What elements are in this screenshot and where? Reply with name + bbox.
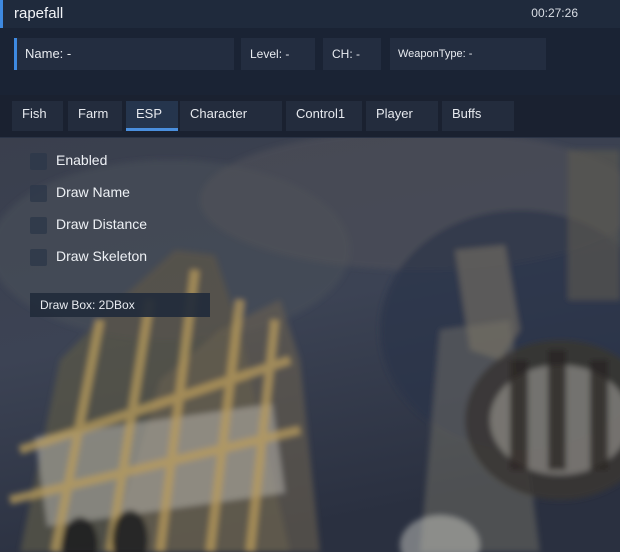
enabled-checkbox[interactable] [30,153,47,170]
channel-field: CH: - [323,38,381,70]
draw-distance-label: Draw Distance [56,216,148,232]
enabled-label: Enabled [56,152,108,168]
draw-skeleton-label: Draw Skeleton [56,248,148,264]
weapon-type-field: WeaponType: - [390,38,546,70]
tab-esp[interactable]: ESP [126,101,178,131]
level-field: Level: - [241,38,315,70]
clock-readout: 00:27:26 [531,6,578,20]
draw-name-label: Draw Name [56,184,130,200]
draw-name-checkbox[interactable] [30,185,47,202]
character-info-bar: Name: - Level: - CH: - WeaponType: - [0,28,620,95]
tab-buffs[interactable]: Buffs [442,101,514,131]
name-field: Name: - [14,38,234,70]
title-bar: rapefall 00:27:26 [0,0,620,28]
tab-fish[interactable]: Fish [12,101,63,131]
tab-bar: Fish Farm ESP Character Control1 Player … [0,95,620,138]
draw-skeleton-checkbox[interactable] [30,249,47,266]
tab-character[interactable]: Character [180,101,282,131]
draw-distance-checkbox[interactable] [30,217,47,234]
tab-player[interactable]: Player [366,101,438,131]
draw-box-select[interactable]: Draw Box: 2DBox [30,293,210,317]
window-title: rapefall [14,5,64,22]
tab-control1[interactable]: Control1 [286,101,362,131]
esp-panel: Enabled Draw Name Draw Distance Draw Ske… [0,138,620,552]
tab-farm[interactable]: Farm [68,101,122,131]
